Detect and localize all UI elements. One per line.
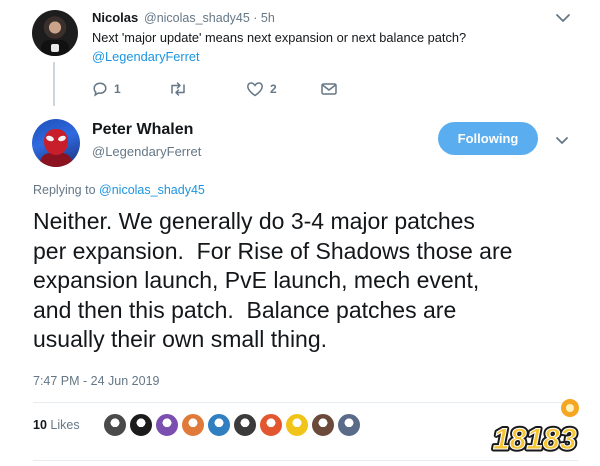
parent-tweet-mention[interactable]: @LegendaryFerret <box>92 49 200 64</box>
following-button[interactable]: Following <box>438 122 538 155</box>
reply-icon <box>93 82 107 97</box>
thread-line <box>53 62 55 106</box>
avatar-body <box>40 153 72 167</box>
main-author-handle[interactable]: @LegendaryFerret <box>92 144 201 159</box>
chevron-down-icon[interactable] <box>552 130 572 150</box>
parent-author-name[interactable]: Nicolas <box>92 10 138 25</box>
parent-avatar[interactable] <box>32 10 78 56</box>
likes-label: Likes <box>50 418 80 432</box>
liker-avatar[interactable] <box>129 413 153 437</box>
liker-avatars <box>103 413 361 439</box>
like-action[interactable]: 2 <box>246 79 277 99</box>
liker-avatar[interactable] <box>103 413 127 437</box>
main-avatar[interactable] <box>32 119 80 167</box>
parent-author-meta: @nicolas_shady45 · 5h <box>144 11 275 25</box>
replying-prefix: Replying to <box>33 183 96 197</box>
retweet-action[interactable] <box>168 79 194 99</box>
likes-stat[interactable]: 10 Likes <box>33 418 80 432</box>
liker-avatar[interactable] <box>337 413 361 437</box>
watermark-logo: 18183 18183 <box>491 399 579 459</box>
message-icon <box>321 83 337 95</box>
message-action[interactable] <box>320 79 338 99</box>
parent-tweet-time[interactable]: · 5h <box>253 11 275 25</box>
liker-avatar[interactable] <box>259 413 283 437</box>
liker-avatar[interactable] <box>311 413 335 437</box>
like-count: 2 <box>270 82 277 96</box>
replying-to-mention[interactable]: @nicolas_shady45 <box>99 183 205 197</box>
main-tweet-text: Neither. We generally do 3-4 major patch… <box>33 208 513 352</box>
avatar-mask <box>44 129 68 155</box>
parent-tweet-text: Next 'major update' means next expansion… <box>92 30 467 45</box>
divider <box>33 460 578 461</box>
reply-action[interactable]: 1 <box>92 79 121 99</box>
main-author-name[interactable]: Peter Whalen <box>92 121 193 139</box>
parent-author-handle[interactable]: @nicolas_shady45 <box>144 11 250 25</box>
reply-count: 1 <box>114 82 121 96</box>
liker-avatar[interactable] <box>233 413 257 437</box>
liker-avatar[interactable] <box>207 413 231 437</box>
liker-avatar[interactable] <box>155 413 179 437</box>
replying-to-line: Replying to @nicolas_shady45 <box>33 183 205 197</box>
svg-text:18183: 18183 <box>493 423 577 456</box>
retweet-icon <box>171 82 185 96</box>
likes-count: 10 <box>33 418 47 432</box>
liker-avatar[interactable] <box>181 413 205 437</box>
tweet-timestamp[interactable]: 7:47 PM - 24 Jun 2019 <box>33 374 159 388</box>
chevron-down-icon[interactable] <box>553 8 573 28</box>
avatar-logo <box>51 44 59 52</box>
liker-avatar[interactable] <box>285 413 309 437</box>
heart-icon <box>247 82 263 97</box>
